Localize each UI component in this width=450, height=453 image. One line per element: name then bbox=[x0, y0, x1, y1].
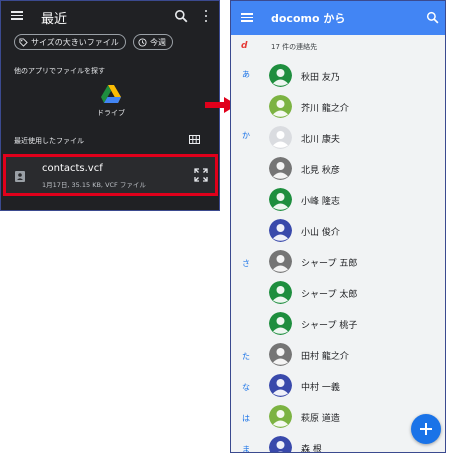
contact-name: 田村 龍之介 bbox=[301, 352, 349, 362]
contact-name: 秋田 友乃 bbox=[301, 73, 340, 83]
index-letter: は bbox=[242, 414, 250, 423]
contact-avatar-icon bbox=[269, 95, 292, 118]
file-picker-panel: 最近 サイズの大きいファイル 今週 他のアプリでファイルを探す ドライブ 最近使… bbox=[0, 0, 220, 211]
contact-avatar-icon bbox=[269, 188, 292, 211]
index-letter: な bbox=[242, 383, 250, 392]
contact-name: 芥川 龍之介 bbox=[301, 104, 349, 114]
search-icon[interactable] bbox=[174, 9, 188, 23]
contact-name: 森 根 bbox=[301, 445, 322, 453]
contact-avatar-icon bbox=[269, 405, 292, 428]
contacts-panel: docomo から d 17 件の連絡先 あ か さ た な は ま 秋田 友乃… bbox=[230, 0, 446, 453]
contact-avatar-icon bbox=[269, 250, 292, 273]
chip-large-files[interactable]: サイズの大きいファイル bbox=[14, 34, 126, 50]
contact-list-item[interactable]: シャープ 五郎 bbox=[269, 250, 439, 280]
index-letter: か bbox=[242, 131, 250, 140]
contact-list-item[interactable]: 小峰 隆志 bbox=[269, 188, 439, 218]
expand-icon[interactable] bbox=[194, 168, 208, 182]
contact-list-item[interactable]: 中村 一義 bbox=[269, 374, 439, 404]
contact-name: 小山 俊介 bbox=[301, 228, 340, 238]
contact-avatar-icon bbox=[269, 343, 292, 366]
index-letter: た bbox=[242, 352, 250, 361]
contact-list-item[interactable]: シャープ 桃子 bbox=[269, 312, 439, 342]
contact-name: 北川 康夫 bbox=[301, 135, 340, 145]
contact-file-icon bbox=[15, 171, 25, 182]
tag-icon bbox=[19, 37, 28, 47]
contact-name: 萩原 道造 bbox=[301, 414, 340, 424]
other-apps-heading: 他のアプリでファイルを探す bbox=[14, 67, 105, 75]
page-title: 最近 bbox=[41, 12, 68, 27]
menu-icon[interactable] bbox=[241, 13, 253, 22]
contacts-title: docomo から bbox=[271, 12, 346, 25]
contact-avatar-icon bbox=[269, 219, 292, 242]
recent-files-heading: 最近使用したファイル bbox=[14, 137, 84, 145]
file-item-contacts-vcf[interactable]: contacts.vcf 1月17日, 35.15 KB, VCF ファイル bbox=[3, 154, 218, 196]
contact-name: シャープ 桃子 bbox=[301, 321, 358, 331]
contact-name: シャープ 五郎 bbox=[301, 259, 358, 269]
index-letter: さ bbox=[242, 259, 250, 268]
grid-view-icon[interactable] bbox=[189, 135, 200, 144]
more-options-icon[interactable] bbox=[203, 9, 209, 23]
chip-label: サイズの大きいファイル bbox=[31, 37, 119, 47]
chip-this-week[interactable]: 今週 bbox=[133, 34, 173, 50]
contact-avatar-icon bbox=[269, 126, 292, 149]
contact-list-item[interactable]: 北見 秋彦 bbox=[269, 157, 439, 187]
drive-label: ドライブ bbox=[97, 109, 125, 117]
menu-icon[interactable] bbox=[11, 11, 23, 20]
contact-avatar-icon bbox=[269, 64, 292, 87]
docomo-logo: d bbox=[241, 41, 248, 51]
clock-icon bbox=[138, 37, 147, 47]
contact-avatar-icon bbox=[269, 157, 292, 180]
contact-count: 17 件の連絡先 bbox=[271, 43, 318, 51]
contact-list-item[interactable]: シャープ 太郎 bbox=[269, 281, 439, 311]
chip-label: 今週 bbox=[150, 37, 166, 47]
contact-name: シャープ 太郎 bbox=[301, 290, 358, 300]
contact-list-item[interactable]: 秋田 友乃 bbox=[269, 64, 439, 94]
contact-name: 中村 一義 bbox=[301, 383, 340, 393]
contact-avatar-icon bbox=[269, 436, 292, 452]
google-drive-icon[interactable] bbox=[101, 85, 121, 103]
contact-list-item[interactable]: 小山 俊介 bbox=[269, 219, 439, 249]
add-contact-button[interactable] bbox=[411, 414, 441, 444]
file-meta: 1月17日, 35.15 KB, VCF ファイル bbox=[42, 181, 146, 189]
contact-list-item[interactable]: 芥川 龍之介 bbox=[269, 95, 439, 125]
contact-avatar-icon bbox=[269, 312, 292, 335]
contact-name: 北見 秋彦 bbox=[301, 166, 340, 176]
file-picker-app-bar: 最近 bbox=[1, 1, 219, 33]
file-name: contacts.vcf bbox=[42, 163, 103, 174]
index-letter: ま bbox=[242, 445, 250, 453]
contact-name: 小峰 隆志 bbox=[301, 197, 340, 207]
contact-avatar-icon bbox=[269, 374, 292, 397]
search-icon[interactable] bbox=[426, 11, 439, 24]
contact-list-item[interactable]: 北川 康夫 bbox=[269, 126, 439, 156]
contact-avatar-icon bbox=[269, 281, 292, 304]
index-letter: あ bbox=[242, 70, 250, 79]
contact-list-item[interactable]: 田村 龍之介 bbox=[269, 343, 439, 373]
contacts-app-bar: docomo から bbox=[231, 1, 445, 35]
